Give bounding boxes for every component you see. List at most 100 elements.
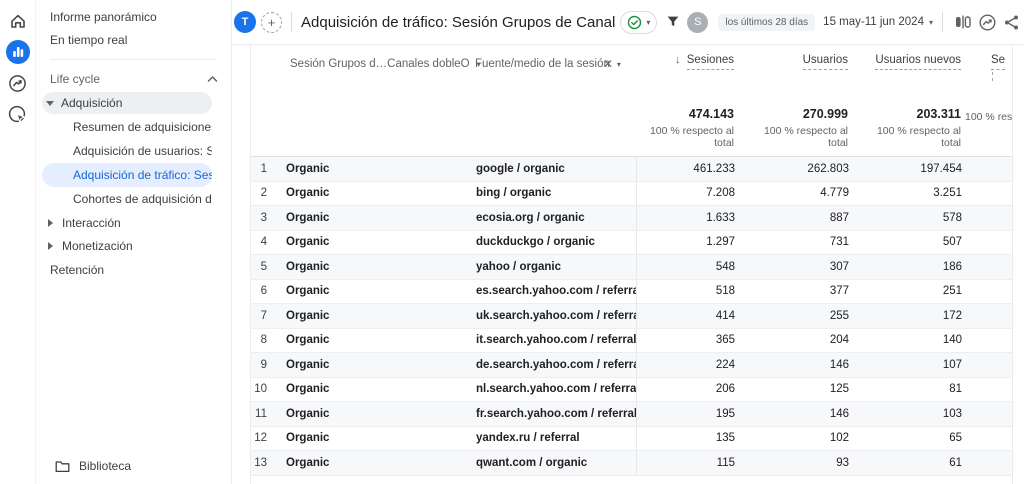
table-row[interactable]: 10Organicnl.search.yahoo.com / referral2… bbox=[251, 378, 1012, 403]
share-icon[interactable] bbox=[1003, 14, 1020, 31]
cell-source-medium: es.search.yahoo.com / referral bbox=[457, 285, 636, 297]
row-metrics: 224146107 bbox=[636, 353, 1012, 377]
chevron-up-icon[interactable] bbox=[207, 75, 218, 83]
table-row[interactable]: 11Organicfr.search.yahoo.com / referral1… bbox=[251, 402, 1012, 427]
cell-channel-group: Organic bbox=[267, 359, 457, 371]
cell-new-users: 186 bbox=[865, 261, 978, 273]
app-rail bbox=[0, 0, 36, 484]
insights-icon[interactable] bbox=[978, 13, 997, 32]
sidebar-item-label: Biblioteca bbox=[79, 459, 131, 473]
date-range-picker[interactable]: 15 may-11 jun 2024 ▾ bbox=[823, 16, 933, 28]
cell-new-users: 3.251 bbox=[865, 187, 978, 199]
sidebar-group-interaccion[interactable]: Interacción bbox=[42, 212, 212, 234]
scrollbar-gutter[interactable] bbox=[1012, 45, 1024, 484]
cell-users: 125 bbox=[751, 383, 865, 395]
column-header-sessions[interactable]: ↓ Sesiones bbox=[636, 54, 750, 66]
add-comparison-button[interactable]: + bbox=[261, 12, 282, 33]
table-row[interactable]: 5Organicyahoo / organic548307186 bbox=[251, 255, 1012, 280]
table-row[interactable]: 1Organicgoogle / organic461.233262.80319… bbox=[251, 157, 1012, 182]
row-metrics: 548307186 bbox=[636, 255, 1012, 279]
cell-sessions: 365 bbox=[637, 334, 751, 346]
row-metrics: 20612581 bbox=[636, 378, 1012, 402]
column-label: Se bbox=[991, 54, 1005, 70]
sidebar-group-monetizacion[interactable]: Monetización bbox=[42, 235, 212, 257]
cell-source-medium: yahoo / organic bbox=[457, 261, 636, 273]
cell-sessions: 1.297 bbox=[637, 236, 751, 248]
table-row[interactable]: 7Organicuk.search.yahoo.com / referral41… bbox=[251, 304, 1012, 329]
cell-sessions: 414 bbox=[637, 310, 751, 322]
row-metrics: 1.633887578 bbox=[636, 206, 1012, 230]
row-index: 7 bbox=[251, 310, 267, 322]
filter-icon[interactable] bbox=[665, 14, 681, 30]
row-index: 13 bbox=[251, 457, 267, 469]
row-index: 4 bbox=[251, 236, 267, 248]
sidebar-item-en-tiempo-real[interactable]: En tiempo real bbox=[36, 29, 231, 52]
sidebar-item-biblioteca[interactable]: Biblioteca bbox=[55, 459, 131, 473]
table-header: Sesión Grupos d…Canales dobleO ▾ Fuente/… bbox=[251, 45, 1012, 157]
total-users: 270.999 100 % respecto al total bbox=[750, 107, 864, 149]
cell-source-medium: de.search.yahoo.com / referral bbox=[457, 359, 636, 371]
sidebar-group-label: Adquisición bbox=[61, 96, 122, 110]
advertising-icon[interactable] bbox=[6, 102, 30, 126]
cell-users: 146 bbox=[751, 408, 865, 420]
column-header-engaged-sessions[interactable]: Se bbox=[977, 54, 1012, 66]
column-header-users[interactable]: Usuarios bbox=[750, 54, 864, 66]
workspace-avatar[interactable]: T bbox=[234, 11, 256, 33]
nav-section-life-cycle[interactable]: Life cycle bbox=[36, 67, 231, 91]
cell-source-medium: google / organic bbox=[457, 163, 636, 175]
row-index: 11 bbox=[251, 408, 267, 420]
sidebar-group-label: Interacción bbox=[62, 216, 121, 230]
sidebar-group-adquisicion[interactable]: Adquisición bbox=[42, 92, 212, 114]
topbar-actions: ▾ S los últimos 28 días 15 may-11 jun 20… bbox=[615, 11, 1020, 34]
remove-dimension-button[interactable]: ✕ bbox=[603, 57, 613, 71]
row-index: 10 bbox=[251, 383, 267, 395]
cell-new-users: 251 bbox=[865, 285, 978, 297]
total-engaged-sessions: 100 % resp bbox=[977, 107, 1012, 149]
explore-icon[interactable] bbox=[6, 71, 30, 95]
table-row[interactable]: 4Organicduckduckgo / organic1.297731507 bbox=[251, 231, 1012, 256]
sidebar-item-informe-panoramico[interactable]: Informe panorámico bbox=[36, 6, 231, 29]
table-row[interactable]: 2Organicbing / organic7.2084.7793.251 bbox=[251, 182, 1012, 207]
home-icon[interactable] bbox=[6, 9, 30, 33]
cell-users: 255 bbox=[751, 310, 865, 322]
cell-new-users: 578 bbox=[865, 212, 978, 224]
table-row[interactable]: 12Organicyandex.ru / referral13510265 bbox=[251, 427, 1012, 452]
table-row[interactable]: 8Organicit.search.yahoo.com / referral36… bbox=[251, 329, 1012, 354]
nav-section-label: Life cycle bbox=[50, 72, 100, 86]
column-header-new-users[interactable]: Usuarios nuevos bbox=[864, 54, 977, 66]
cell-source-medium: duckduckgo / organic bbox=[457, 236, 636, 248]
cell-sessions: 461.233 bbox=[637, 163, 751, 175]
totals-row: 474.143 100 % respecto al total 270.999 … bbox=[636, 107, 1012, 149]
cell-source-medium: qwant.com / organic bbox=[457, 457, 636, 469]
table-body: 1Organicgoogle / organic461.233262.80319… bbox=[251, 157, 1012, 476]
table-row[interactable]: 13Organicqwant.com / organic1159361 bbox=[251, 451, 1012, 476]
cell-sessions: 548 bbox=[637, 261, 751, 273]
cell-sessions: 135 bbox=[637, 432, 751, 444]
cell-source-medium: nl.search.yahoo.com / referral bbox=[457, 383, 636, 395]
sidebar-item-resumen-adquisiciones[interactable]: Resumen de adquisiciones bbox=[42, 115, 212, 139]
cell-channel-group: Organic bbox=[267, 432, 457, 444]
row-index: 12 bbox=[251, 432, 267, 444]
cell-channel-group: Organic bbox=[267, 457, 457, 469]
main-content: T + Adquisición de tráfico: Sesión Grupo… bbox=[232, 0, 1024, 484]
clipped-header-fragment bbox=[992, 72, 993, 81]
row-metrics: 518377251 bbox=[636, 280, 1012, 304]
table-row[interactable]: 3Organicecosia.org / organic1.633887578 bbox=[251, 206, 1012, 231]
cell-users: 262.803 bbox=[751, 163, 865, 175]
sidebar-item-adquisicion-usuarios[interactable]: Adquisición de usuarios: S... bbox=[42, 139, 212, 163]
cell-sessions: 115 bbox=[637, 457, 751, 469]
sidebar-item-retencion[interactable]: Retención bbox=[36, 258, 231, 282]
table-row[interactable]: 9Organicde.search.yahoo.com / referral22… bbox=[251, 353, 1012, 378]
sidebar-item-cohortes-adquisicion[interactable]: Cohortes de adquisición d... bbox=[42, 187, 212, 211]
row-metrics: 1.297731507 bbox=[636, 231, 1012, 255]
collaborator-avatar[interactable]: S bbox=[687, 12, 708, 33]
reports-icon[interactable] bbox=[6, 40, 30, 64]
secondary-dimension-picker[interactable]: Fuente/medio de la sesión ▾ bbox=[475, 58, 621, 70]
table-row[interactable]: 6Organices.search.yahoo.com / referral51… bbox=[251, 280, 1012, 305]
primary-dimension-picker[interactable]: Sesión Grupos d…Canales dobleO ▾ bbox=[290, 58, 481, 70]
cell-source-medium: ecosia.org / organic bbox=[457, 212, 636, 224]
data-quality-button[interactable]: ▾ bbox=[620, 11, 657, 34]
dimension-label: Fuente/medio de la sesión bbox=[475, 58, 610, 70]
sidebar-item-adquisicion-trafico[interactable]: Adquisición de tráfico: Ses... bbox=[42, 163, 212, 187]
edit-comparisons-icon[interactable] bbox=[954, 13, 972, 31]
